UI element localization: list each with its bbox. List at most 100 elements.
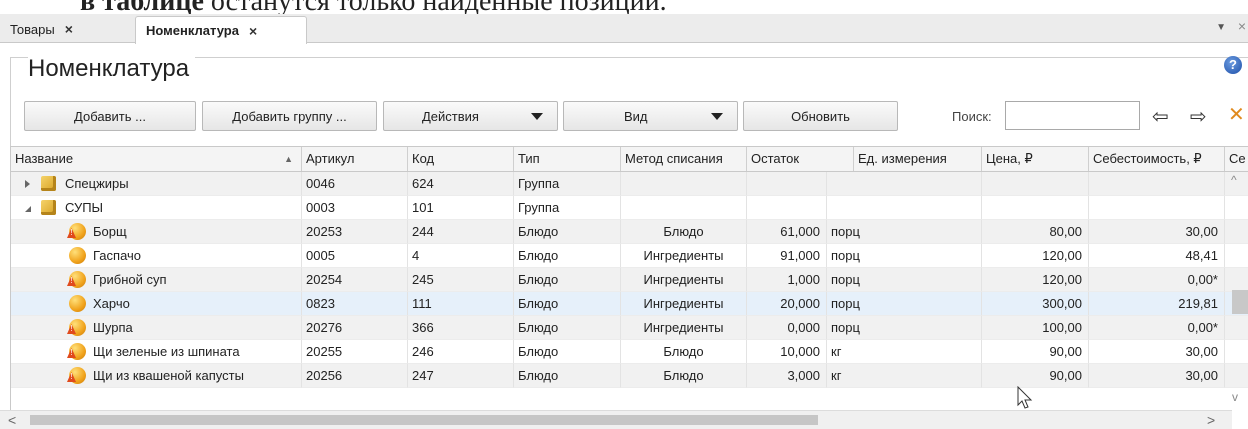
scroll-down-icon[interactable]: v [1232,390,1238,404]
column-header-code[interactable]: Код [408,147,514,171]
name-cell[interactable]: Грибной суп [11,268,302,292]
add-group-button[interactable]: Добавить группу ... [202,101,377,131]
name-cell[interactable]: Щи из квашеной капусты [11,364,302,388]
item-name: Спецжиры [65,176,129,191]
column-header-type[interactable]: Тип [514,147,621,171]
price-cell [982,196,1089,220]
dish-warning-icon [69,367,86,384]
dish-warning-icon [69,271,86,288]
type-cell: Группа [514,196,621,220]
name-cell[interactable]: Гаспачо [11,244,302,268]
scroll-right-icon[interactable]: > [1207,411,1215,429]
table-row[interactable]: Борщ20253244БлюдоБлюдо61,000порц80,0030,… [11,220,1248,244]
mouse-cursor-icon [1017,386,1033,409]
column-header-stock[interactable]: Остаток [747,147,854,171]
search-input[interactable] [1005,101,1140,130]
page-title: Номенклатура [28,55,196,83]
table-row[interactable]: СУПЫ 0003 101 Группа [11,196,1248,220]
refresh-button[interactable]: Обновить [743,101,898,131]
tree-collapse-icon[interactable] [25,206,31,212]
stock-cell: 10,000 [747,340,827,364]
article-cell: 0005 [302,244,408,268]
stock-cell: 20,000 [747,292,827,316]
name-cell[interactable]: Шурпа [11,316,302,340]
type-cell: Блюдо [514,340,621,364]
column-header-extra[interactable]: Се [1225,147,1248,171]
stock-cell [747,196,827,220]
unit-cell: кг [827,340,982,364]
item-name: Борщ [93,224,127,239]
column-header-name[interactable]: Название ▲ [11,147,302,171]
name-cell[interactable]: Борщ [11,220,302,244]
tab-close-icon[interactable]: × [65,21,73,37]
table-row[interactable]: Гаспачо 0005 4 Блюдо Ингредиенты 91,000 порц 12… [11,244,1248,268]
name-cell[interactable]: СУПЫ [11,196,302,220]
tab-bar: Товары × Номенклатура × ▼ × [0,14,1248,44]
name-cell[interactable]: Спецжиры [11,172,302,196]
table-row[interactable]: Спецжиры 0046 624 Группа [11,172,1248,196]
tab-nomenklatura[interactable]: Номенклатура × [135,16,307,44]
actions-dropdown[interactable]: Действия [383,101,558,131]
table-row[interactable]: Щи из квашеной капусты20256247БлюдоБлюдо… [11,364,1248,388]
tree-expand-icon[interactable] [25,180,30,188]
article-cell: 0823 [302,292,408,316]
name-cell[interactable]: Харчо [11,292,302,316]
price-cell: 100,00 [982,316,1089,340]
unit-cell: порц [827,292,982,316]
writeoff-method-cell: Блюдо [621,220,747,244]
tab-tovary[interactable]: Товары × [0,16,135,42]
stock-cell: 91,000 [747,244,827,268]
horizontal-scrollbar[interactable]: < > [0,410,1232,429]
column-header-writeoff-method[interactable]: Метод списания [621,147,747,171]
code-cell: 4 [408,244,514,268]
cost-cell: 30,00 [1089,364,1225,388]
search-next-icon[interactable]: ⇨ [1190,104,1207,129]
article-cell: 20256 [302,364,408,388]
code-cell: 624 [408,172,514,196]
stock-cell: 1,000 [747,268,827,292]
cost-cell: 0,00* [1089,268,1225,292]
name-cell[interactable]: Щи зеленые из шпината [11,340,302,364]
unit-cell [827,196,982,220]
writeoff-method-cell: Ингредиенты [621,268,747,292]
dish-warning-icon [69,343,86,360]
view-dropdown[interactable]: Вид [563,101,738,131]
sort-ascending-icon: ▲ [284,154,293,164]
clear-search-icon[interactable]: ✕ [1228,102,1245,127]
search-prev-icon[interactable]: ⇦ [1152,104,1169,129]
code-cell: 101 [408,196,514,220]
folder-icon [41,176,56,191]
column-header-price[interactable]: Цена, ₽ [982,147,1089,171]
extra-cell [1225,316,1248,340]
table-row[interactable]: Щи зеленые из шпината20255246БлюдоБлюдо1… [11,340,1248,364]
table-row[interactable]: Шурпа 20276366БлюдоИнгредиенты0,000порц10… [11,316,1248,340]
tab-list-dropdown-icon[interactable]: ▼ [1216,22,1226,33]
table-row[interactable]: Харчо 0823 111 Блюдо Ингредиенты 20,000 порц 30… [11,292,1248,316]
scroll-up-icon[interactable]: ^ [1231,173,1237,187]
cost-cell [1089,196,1225,220]
item-name: СУПЫ [65,200,104,215]
vertical-scrollbar-thumb[interactable] [1232,290,1248,314]
column-header-cost[interactable]: Себестоимость, ₽ [1089,147,1225,171]
price-cell: 80,00 [982,220,1089,244]
writeoff-method-cell: Ингредиенты [621,244,747,268]
price-cell: 90,00 [982,340,1089,364]
stock-cell: 0,000 [747,316,827,340]
actions-label: Действия [422,108,479,124]
tab-close-icon[interactable]: × [249,23,257,39]
horizontal-scrollbar-thumb[interactable] [30,415,818,425]
column-header-article[interactable]: Артикул [302,147,408,171]
item-name: Шурпа [93,320,133,335]
column-header-unit[interactable]: Ед. измерения [854,147,982,171]
scroll-left-icon[interactable]: < [8,411,16,429]
table-row[interactable]: Грибной суп 20254245БлюдоИнгредиенты1,000… [11,268,1248,292]
item-name: Гаспачо [93,248,142,263]
code-cell: 111 [408,292,514,316]
add-button[interactable]: Добавить ... [24,101,196,131]
price-cell: 120,00 [982,244,1089,268]
close-all-tabs-icon[interactable]: × [1238,18,1246,34]
stock-cell: 61,000 [747,220,827,244]
unit-cell [827,172,982,196]
stock-cell: 3,000 [747,364,827,388]
help-icon[interactable]: ? [1224,56,1242,74]
